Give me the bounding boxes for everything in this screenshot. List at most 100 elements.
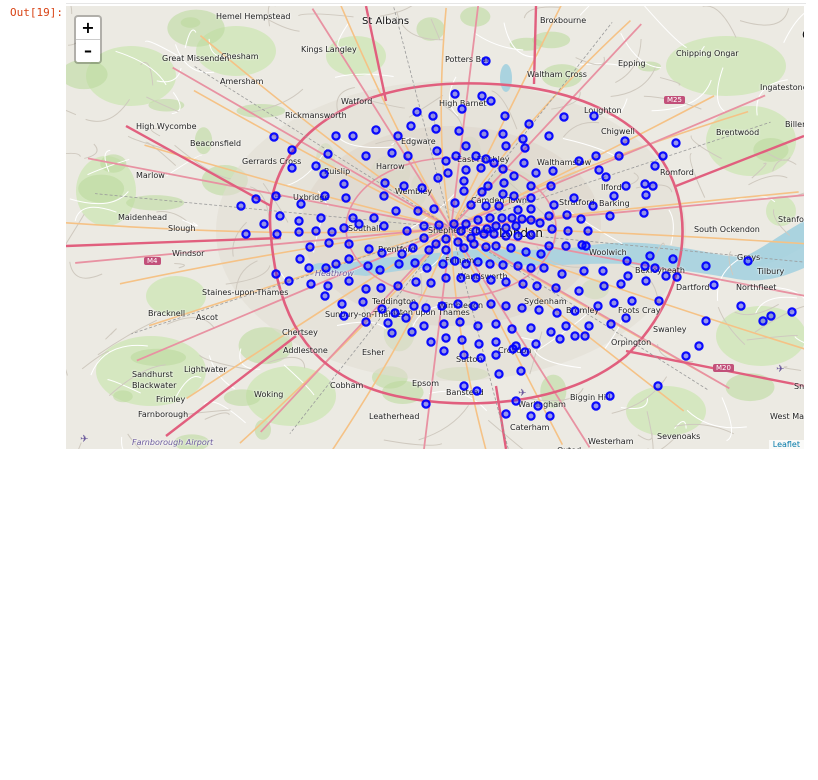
circle-marker[interactable] [526,263,536,273]
circle-marker[interactable] [681,351,691,361]
circle-marker[interactable] [485,259,495,269]
circle-marker[interactable] [377,248,387,258]
circle-marker[interactable] [320,291,330,301]
circle-marker[interactable] [287,163,297,173]
circle-marker[interactable] [513,261,523,271]
circle-marker[interactable] [364,244,374,254]
circle-marker[interactable] [658,151,668,161]
circle-marker[interactable] [507,324,517,334]
circle-marker[interactable] [437,301,447,311]
circle-marker[interactable] [486,96,496,106]
circle-marker[interactable] [668,254,678,264]
circle-marker[interactable] [441,333,451,343]
circle-marker[interactable] [641,190,651,200]
circle-marker[interactable] [412,107,422,117]
circle-marker[interactable] [516,366,526,376]
circle-marker[interactable] [471,273,481,283]
circle-marker[interactable] [383,318,393,328]
circle-marker[interactable] [485,213,495,223]
circle-marker[interactable] [421,399,431,409]
circle-marker[interactable] [432,146,442,156]
circle-marker[interactable] [419,321,429,331]
circle-marker[interactable] [259,219,269,229]
circle-marker[interactable] [407,327,417,337]
circle-marker[interactable] [616,279,626,289]
circle-marker[interactable] [393,281,403,291]
circle-marker[interactable] [519,158,529,168]
circle-marker[interactable] [311,226,321,236]
circle-marker[interactable] [461,219,471,229]
circle-marker[interactable] [491,319,501,329]
circle-marker[interactable] [507,213,517,223]
circle-marker[interactable] [417,183,427,193]
circle-marker[interactable] [409,301,419,311]
circle-marker[interactable] [609,298,619,308]
circle-marker[interactable] [640,179,650,189]
circle-marker[interactable] [323,149,333,159]
circle-marker[interactable] [593,301,603,311]
circle-marker[interactable] [511,221,521,231]
circle-marker[interactable] [641,276,651,286]
circle-marker[interactable] [410,258,420,268]
circle-marker[interactable] [506,243,516,253]
leaflet-attribution-link[interactable]: Leaflet [768,440,804,449]
map-container[interactable]: Hemel HempsteadSt AlbansBroxbourneChelms… [66,6,804,449]
circle-marker[interactable] [544,211,554,221]
circle-marker[interactable] [497,213,507,223]
circle-marker[interactable] [413,206,423,216]
circle-marker[interactable] [481,56,491,66]
circle-marker[interactable] [645,251,655,261]
circle-marker[interactable] [494,369,504,379]
circle-marker[interactable] [394,259,404,269]
circle-marker[interactable] [403,151,413,161]
circle-marker[interactable] [501,277,511,287]
circle-marker[interactable] [491,221,501,231]
circle-marker[interactable] [787,307,797,317]
circle-marker[interactable] [457,104,467,114]
circle-marker[interactable] [639,208,649,218]
circle-marker[interactable] [241,229,251,239]
circle-marker[interactable] [544,131,554,141]
circle-marker[interactable] [459,381,469,391]
circle-marker[interactable] [570,306,580,316]
circle-marker[interactable] [555,334,565,344]
circle-marker[interactable] [491,337,501,347]
circle-marker[interactable] [709,280,719,290]
circle-marker[interactable] [296,199,306,209]
circle-marker[interactable] [580,331,590,341]
circle-marker[interactable] [363,261,373,271]
circle-marker[interactable] [469,301,479,311]
circle-marker[interactable] [521,247,531,257]
circle-marker[interactable] [450,256,460,266]
circle-marker[interactable] [546,327,556,337]
circle-marker[interactable] [606,319,616,329]
circle-marker[interactable] [411,277,421,287]
circle-marker[interactable] [397,249,407,259]
circle-marker[interactable] [661,271,671,281]
circle-marker[interactable] [498,129,508,139]
circle-marker[interactable] [337,299,347,309]
circle-marker[interactable] [531,339,541,349]
circle-marker[interactable] [379,191,389,201]
circle-marker[interactable] [581,241,591,251]
circle-marker[interactable] [424,245,434,255]
circle-marker[interactable] [736,301,746,311]
circle-marker[interactable] [431,239,441,249]
circle-marker[interactable] [457,335,467,345]
circle-marker[interactable] [419,221,429,231]
circle-marker[interactable] [491,350,501,360]
circle-marker[interactable] [559,112,569,122]
circle-marker[interactable] [627,296,637,306]
circle-marker[interactable] [399,181,409,191]
circle-marker[interactable] [531,168,541,178]
circle-marker[interactable] [547,224,557,234]
circle-marker[interactable] [526,411,536,421]
circle-marker[interactable] [532,281,542,291]
circle-marker[interactable] [476,163,486,173]
circle-marker[interactable] [518,134,528,144]
circle-marker[interactable] [451,151,461,161]
circle-marker[interactable] [422,263,432,273]
circle-marker[interactable] [320,191,330,201]
circle-marker[interactable] [453,299,463,309]
circle-marker[interactable] [269,132,279,142]
